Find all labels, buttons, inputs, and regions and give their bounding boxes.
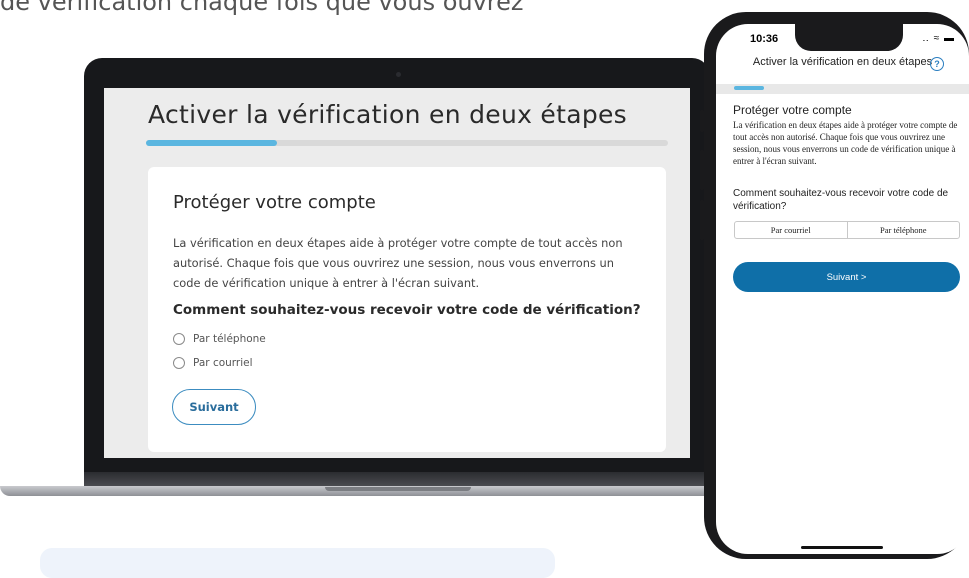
progress-bar bbox=[146, 140, 668, 146]
radio-label-phone: Par téléphone bbox=[193, 333, 266, 345]
phone-progress-bar bbox=[716, 84, 969, 94]
bottom-info-panel bbox=[40, 548, 555, 578]
laptop-hinge bbox=[84, 472, 710, 486]
phone-notch bbox=[795, 24, 903, 51]
radio-button-phone[interactable] bbox=[173, 333, 185, 345]
page-title: Activer la vérification en deux étapes bbox=[148, 100, 628, 129]
phone-verification-question: Comment souhaitez-vous recevoir votre co… bbox=[733, 188, 949, 212]
phone-description: La vérification en deux étapes aide à pr… bbox=[733, 120, 958, 166]
phone-screen: 10:36 ‥ ≈ ▬ Activer la vérification en d… bbox=[716, 24, 969, 554]
progress-bar-fill bbox=[146, 140, 277, 146]
background-caption: de vérification chaque fois que vous ouv… bbox=[0, 0, 524, 16]
segment-email[interactable]: Par courriel bbox=[735, 222, 847, 238]
laptop-trackpad-notch bbox=[325, 487, 471, 491]
laptop-screen: Activer la vérification en deux étapes P… bbox=[104, 88, 690, 458]
next-button[interactable]: Suivant bbox=[172, 389, 256, 425]
protect-account-card: Protéger votre compte La vérification en… bbox=[148, 167, 666, 452]
segment-phone[interactable]: Par téléphone bbox=[846, 222, 960, 238]
contact-method-segmented-control: Par courriel Par téléphone bbox=[734, 221, 960, 239]
home-indicator bbox=[801, 546, 883, 549]
verification-question: Comment souhaitez-vous recevoir votre co… bbox=[173, 302, 641, 318]
radio-option-phone[interactable]: Par téléphone bbox=[173, 333, 266, 345]
card-title: Protéger votre compte bbox=[173, 192, 376, 213]
phone-progress-fill bbox=[734, 86, 765, 90]
status-icons: ‥ ≈ ▬ bbox=[922, 33, 955, 44]
card-description: La vérification en deux étapes aide à pr… bbox=[173, 236, 623, 290]
radio-button-email[interactable] bbox=[173, 357, 185, 369]
help-icon[interactable]: ? bbox=[930, 57, 944, 71]
status-time: 10:36 bbox=[750, 33, 779, 45]
phone-section-title: Protéger votre compte bbox=[733, 103, 852, 117]
phone-next-button[interactable]: Suivant > bbox=[733, 262, 960, 292]
laptop-camera bbox=[396, 72, 401, 77]
radio-label-email: Par courriel bbox=[193, 357, 253, 369]
radio-option-email[interactable]: Par courriel bbox=[173, 357, 253, 369]
